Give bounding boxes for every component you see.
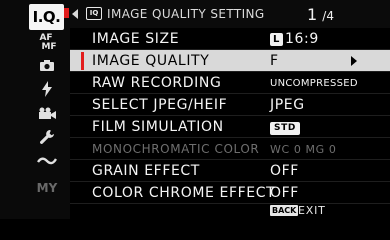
active-tab-marker	[64, 8, 69, 18]
chevron-right-icon	[351, 56, 357, 66]
wrench-icon	[40, 130, 54, 144]
tab-my-menu-label: MY	[36, 181, 58, 195]
wireless-wave-icon	[37, 157, 57, 165]
tab-af-mf[interactable]: AF MF	[35, 32, 57, 54]
menu-item-value: OFF	[270, 185, 299, 201]
tab-image-quality-label: I.Q.	[32, 8, 61, 26]
menu-item-label: COLOR CHROME EFFECT	[92, 185, 276, 201]
page-title: IMAGE QUALITY SETTING	[107, 7, 265, 21]
menu-item-grain-effect[interactable]: GRAIN EFFECT OFF	[70, 160, 390, 182]
page-total: /4	[322, 9, 334, 23]
tab-image-quality[interactable]: I.Q.	[29, 4, 64, 30]
menu-item-label: RAW RECORDING	[92, 75, 222, 91]
movie-camera-icon	[39, 107, 56, 119]
footer-hints: BACK EXIT	[0, 203, 390, 219]
menu-header: IQ IMAGE QUALITY SETTING 1 /4	[70, 0, 390, 28]
menu-item-film-simulation[interactable]: FILM SIMULATION STD	[70, 116, 390, 138]
image-quality-badge-icon: IQ	[86, 7, 102, 20]
page-current: 1	[307, 5, 318, 24]
menu-item-select-jpeg-heif[interactable]: SELECT JPEG/HEIF JPEG	[70, 94, 390, 116]
camera-icon	[40, 60, 54, 71]
tab-flash-setting[interactable]	[36, 80, 58, 98]
film-std-icon: STD	[270, 122, 300, 135]
menu-item-value: STD	[270, 119, 300, 135]
image-size-ratio: 16:9	[284, 31, 319, 47]
menu-item-label: IMAGE QUALITY	[92, 53, 210, 69]
chevron-left-icon	[72, 9, 78, 19]
page-indicator: 1 /4	[307, 5, 334, 24]
menu-item-value: JPEG	[270, 97, 305, 113]
menu-item-value: F	[270, 53, 279, 69]
back-button-icon[interactable]: BACK	[270, 205, 299, 216]
tab-mf-label: MF	[41, 42, 57, 52]
selection-accent	[81, 52, 84, 70]
menu-item-label: SELECT JPEG/HEIF	[92, 97, 228, 113]
menu-item-value: OFF	[270, 163, 299, 179]
tab-my-menu[interactable]: MY	[36, 178, 58, 198]
menu-item-value: UNCOMPRESSED	[270, 78, 358, 89]
flash-icon	[42, 81, 52, 97]
tab-connection-setting[interactable]	[35, 152, 59, 168]
tab-setup[interactable]	[36, 128, 58, 146]
tab-column: I.Q. AF MF MY	[0, 0, 70, 219]
exit-label: EXIT	[298, 204, 326, 217]
menu-item-label: FILM SIMULATION	[92, 119, 224, 135]
menu-item-color-chrome-effect[interactable]: COLOR CHROME EFFECT OFF	[70, 182, 390, 204]
menu-item-monochromatic-color: MONOCHROMATIC COLOR WC 0 MG 0	[70, 138, 390, 160]
menu-item-image-quality[interactable]: IMAGE QUALITY F	[70, 50, 390, 72]
menu-item-label: MONOCHROMATIC COLOR	[92, 142, 260, 156]
menu-item-label: GRAIN EFFECT	[92, 163, 200, 179]
menu-item-image-size[interactable]: IMAGE SIZE L 16:9	[70, 28, 390, 50]
menu-item-value: L 16:9	[270, 31, 319, 47]
image-size-l-icon: L	[270, 33, 283, 46]
tab-shooting-setting[interactable]	[36, 57, 58, 73]
menu-list: IMAGE SIZE L 16:9 IMAGE QUALITY F RAW REC…	[70, 28, 390, 204]
tab-movie-setting[interactable]	[35, 105, 59, 121]
menu-item-value: WC 0 MG 0	[270, 143, 337, 156]
menu-item-raw-recording[interactable]: RAW RECORDING UNCOMPRESSED	[70, 72, 390, 94]
menu-item-label: IMAGE SIZE	[92, 31, 180, 47]
